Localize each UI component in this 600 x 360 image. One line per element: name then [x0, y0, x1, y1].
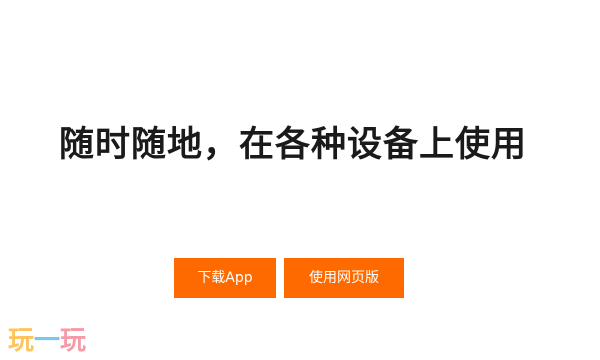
use-web-version-button[interactable]: 使用网页版: [284, 258, 404, 298]
page-headline: 随时随地，在各种设备上使用: [58, 125, 527, 165]
watermark-char: 玩: [60, 326, 87, 356]
watermark-char: 玩: [8, 326, 35, 356]
watermark-logo: 玩一玩: [8, 326, 86, 356]
download-app-button[interactable]: 下载App: [174, 258, 276, 298]
watermark-char: 一: [34, 326, 61, 356]
